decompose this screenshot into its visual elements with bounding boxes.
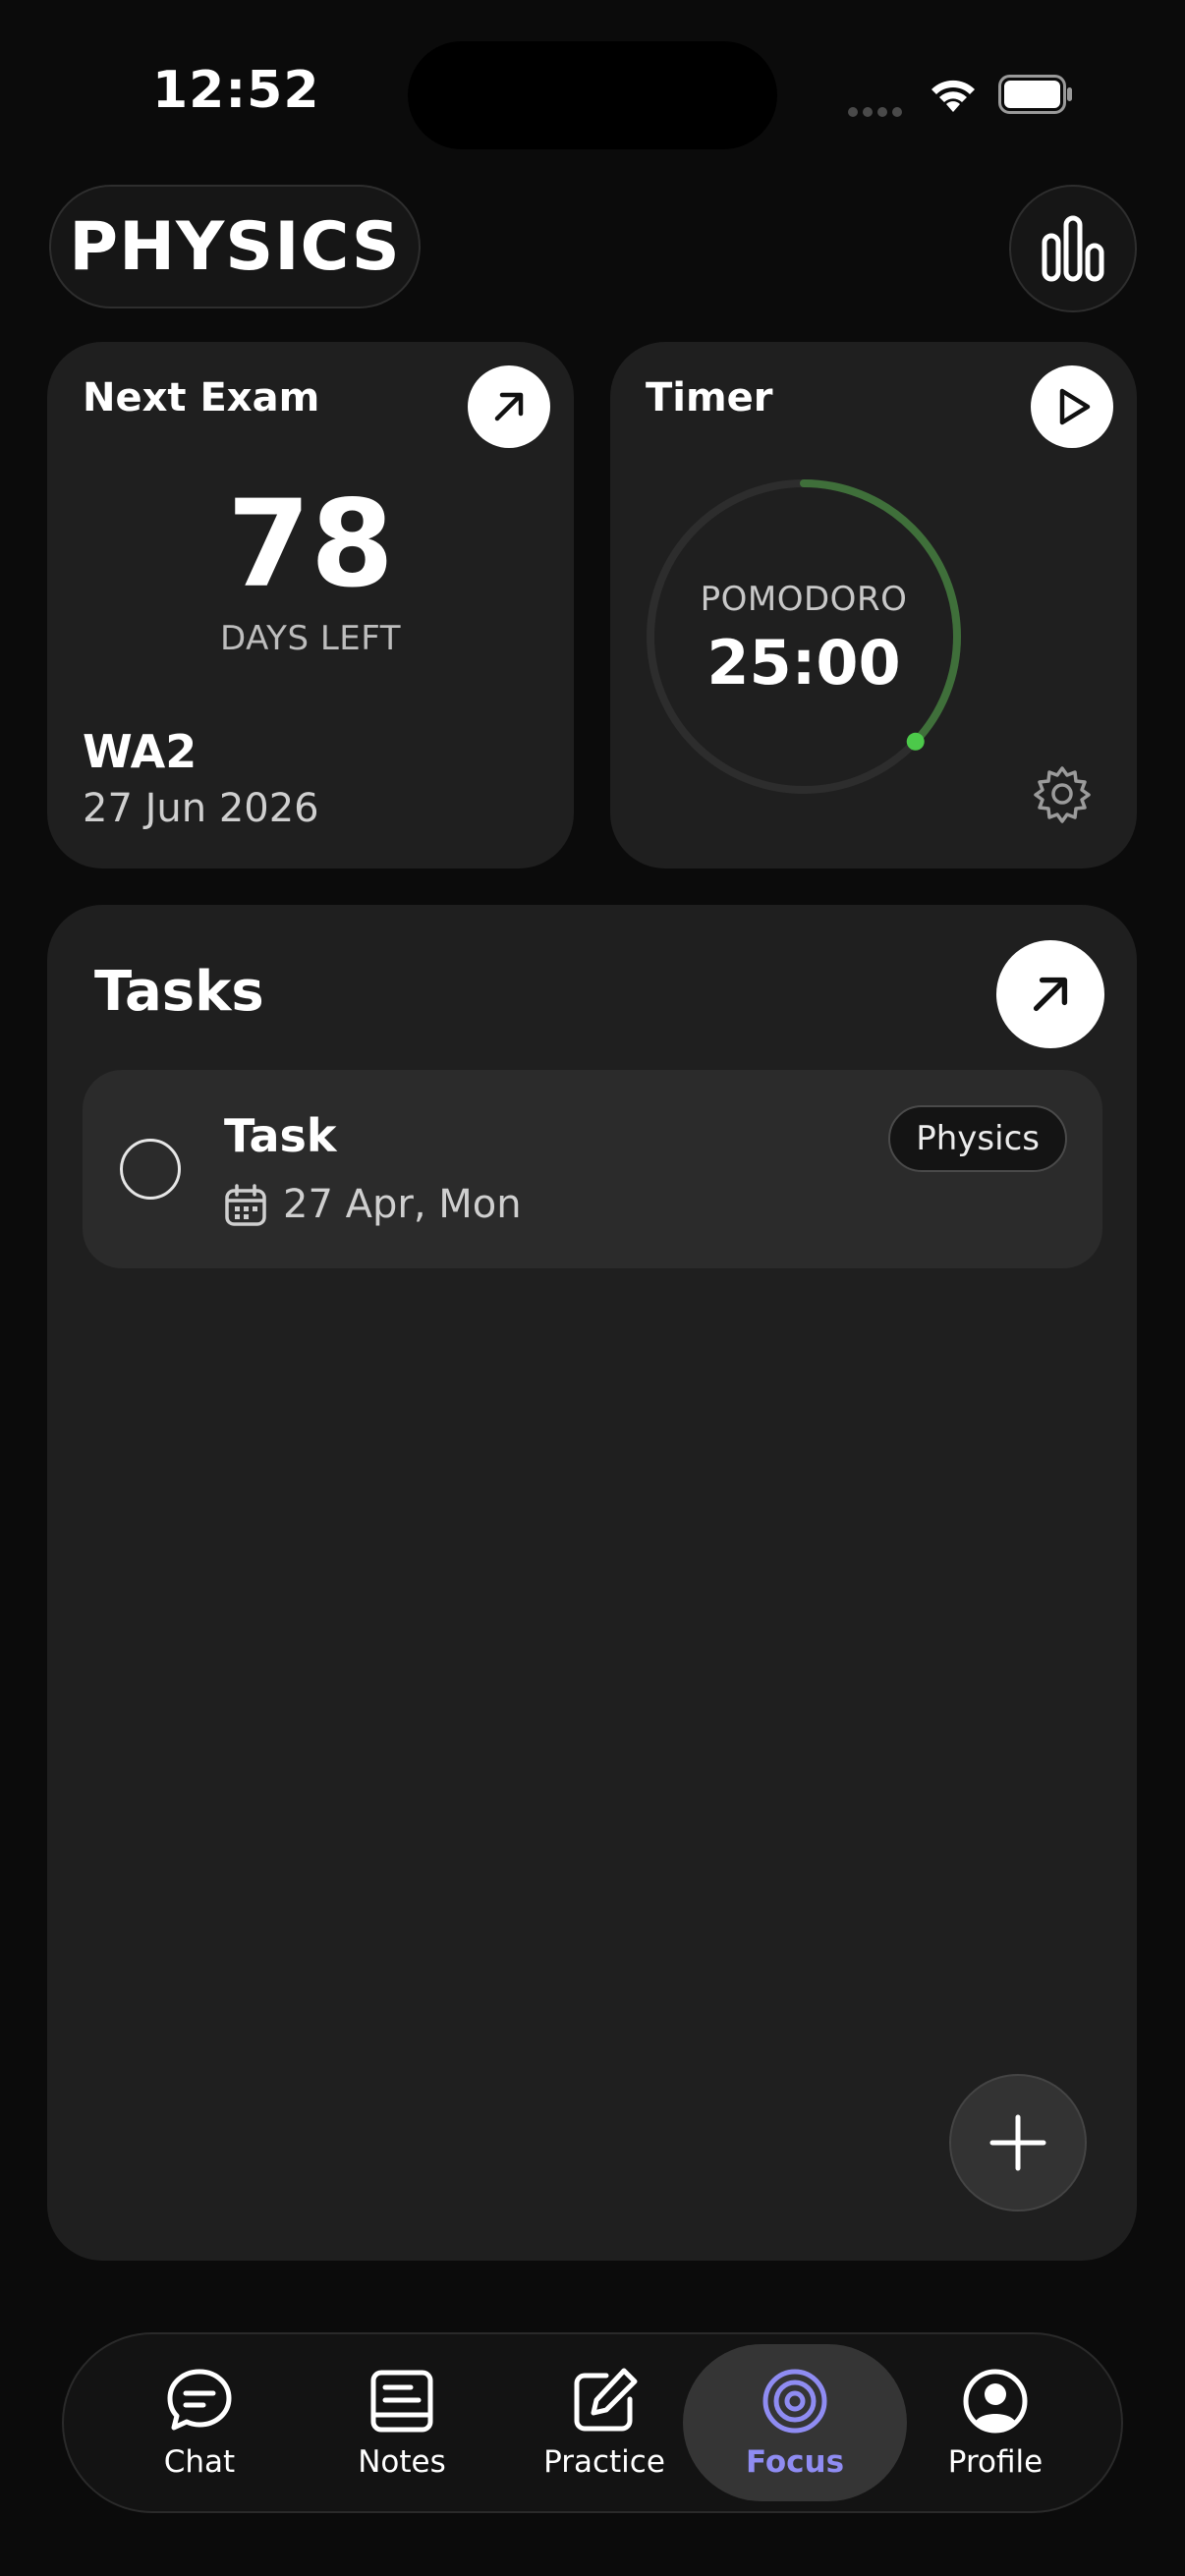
- timer-value: 25:00: [706, 627, 901, 699]
- nav-item-chat[interactable]: Chat: [87, 2344, 311, 2501]
- task-item[interactable]: Task 27 Apr, Mon Physics: [83, 1070, 1102, 1268]
- arrow-up-right-icon: [494, 392, 524, 421]
- focus-icon: [762, 2369, 827, 2434]
- practice-icon: [574, 2368, 638, 2432]
- days-left-label: DAYS LEFT: [219, 619, 401, 658]
- exam-name: WA2: [83, 725, 198, 778]
- dynamic-island: [408, 41, 777, 149]
- start-timer-button[interactable]: [1031, 365, 1113, 448]
- open-exam-button[interactable]: [468, 365, 550, 448]
- subject-selector[interactable]: PHYSICS: [49, 185, 421, 308]
- bar-chart-icon: [1042, 215, 1104, 282]
- nav-item-notes[interactable]: Notes: [290, 2344, 514, 2501]
- calendar-icon: [225, 1184, 266, 1226]
- status-time: 12:52: [152, 61, 320, 120]
- nav-label-chat: Chat: [163, 2444, 236, 2480]
- nav-item-focus[interactable]: Focus: [683, 2344, 907, 2501]
- nav-label-focus: Focus: [745, 2444, 845, 2480]
- chat-icon: [167, 2369, 232, 2431]
- task-subject-tag: Physics: [888, 1105, 1067, 1172]
- profile-icon: [963, 2369, 1028, 2434]
- bottom-navigation: Chat Notes Practice Focus Profile: [62, 2332, 1123, 2513]
- task-checkbox[interactable]: [120, 1139, 181, 1200]
- wifi-icon: [931, 80, 975, 112]
- timer-title: Timer: [646, 375, 773, 420]
- nav-label-notes: Notes: [358, 2444, 446, 2480]
- gear-icon[interactable]: [1031, 762, 1094, 825]
- days-left-count: 78: [227, 475, 394, 614]
- add-task-button[interactable]: [949, 2074, 1087, 2212]
- timer-progress-dot: [906, 732, 925, 751]
- tasks-title: Tasks: [94, 960, 264, 1024]
- nav-item-profile[interactable]: Profile: [883, 2344, 1107, 2501]
- task-title: Task: [224, 1109, 337, 1162]
- timer-mode-label: POMODORO: [700, 580, 908, 619]
- task-due-date: 27 Apr, Mon: [283, 1182, 522, 1227]
- next-exam-card[interactable]: Next Exam 78 DAYS LEFT WA2 27 Jun 2026: [47, 342, 574, 868]
- exam-date: 27 Jun 2026: [83, 786, 319, 831]
- nav-label-profile: Profile: [947, 2444, 1044, 2480]
- next-exam-title: Next Exam: [83, 375, 320, 420]
- plus-icon: [989, 2114, 1046, 2171]
- battery-icon: [998, 75, 1072, 114]
- tasks-panel: Tasks Task 27 Apr, Mon Physics: [47, 905, 1137, 2261]
- timer-card[interactable]: Timer POMODORO 25:00: [610, 342, 1137, 868]
- open-tasks-button[interactable]: [996, 940, 1104, 1048]
- play-icon: [1059, 388, 1091, 425]
- cellular-signal-icon: [848, 102, 907, 121]
- subject-title: PHYSICS: [69, 207, 401, 286]
- notes-icon: [370, 2370, 433, 2433]
- arrow-up-right-icon: [1033, 977, 1068, 1012]
- statistics-button[interactable]: [1009, 185, 1137, 312]
- nav-label-practice: Practice: [543, 2444, 665, 2480]
